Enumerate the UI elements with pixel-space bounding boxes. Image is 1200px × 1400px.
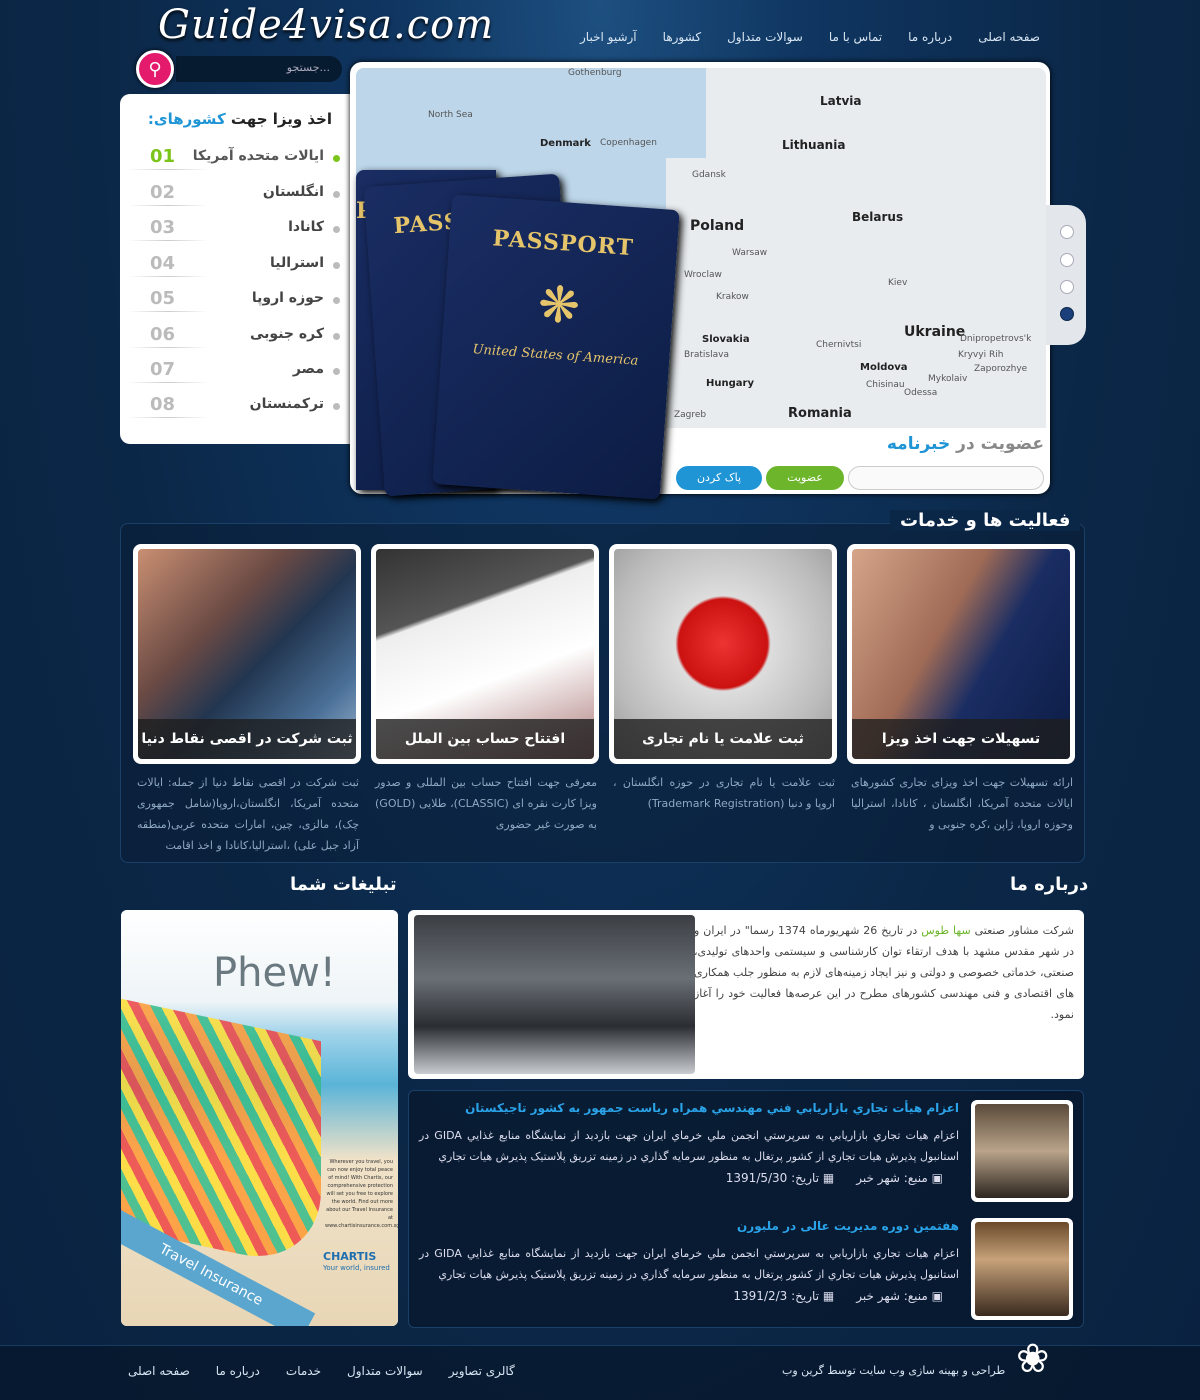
about-box: شرکت مشاور صنعتی سها طوس در تاریخ 26 شهر… [408, 910, 1084, 1079]
service-card[interactable]: افتتاح حساب بین الملل [371, 544, 599, 764]
service-card[interactable]: ثبت شرکت در اقصی نقاط دنیا [133, 544, 361, 764]
nav-faq[interactable]: سوالات متداول [727, 30, 803, 52]
bullet-icon [333, 155, 340, 162]
newsletter-email-input[interactable] [848, 466, 1044, 490]
ad-blurb: Wherever you travel, you can now enjoy t… [325, 1159, 398, 1229]
footer-link-about[interactable]: درباره ما [216, 1364, 260, 1378]
country-item[interactable]: کره جنوبی 06 [120, 322, 360, 357]
services-heading: فعالیت ها و خدمات [890, 510, 1081, 531]
service-desc: ارائه تسهیلات جهت اخذ ویزای تجاری کشورها… [851, 776, 1073, 831]
search-input[interactable]: جستجو... [176, 56, 342, 82]
designer-credit[interactable]: طراحی و بهینه سازی وب سایت توسط گرین وب [782, 1364, 1005, 1377]
bullet-icon [333, 368, 340, 375]
nav-countries[interactable]: کشورها [663, 30, 701, 52]
service-image: افتتاح حساب بین الملل [376, 549, 594, 759]
news-body: اعزام هيات تجاري بازاريابي به سرپرستي ان… [419, 1129, 959, 1163]
slider-pager [1046, 205, 1086, 345]
services-section: تسهیلات جهت اخذ ویزا ارائه تسهیلات جهت ا… [120, 523, 1085, 863]
eagle-seal-icon: ❋ [536, 274, 582, 336]
hero-slider: Latvia Lithuania Denmark Poland Belarus … [350, 62, 1050, 500]
country-item[interactable]: ایالات متحده آمریکا 01 [120, 144, 360, 179]
about-text: شرکت مشاور صنعتی سها طوس در تاریخ 26 شهر… [694, 924, 1074, 1021]
news-list: اعزام هیأت تجاري بازاريابي فني مهندسي هم… [408, 1090, 1084, 1328]
site-logo[interactable]: Guide4visa.com [158, 2, 494, 48]
news-thumbnail[interactable] [971, 1218, 1073, 1320]
search-button[interactable]: ⚲ [136, 50, 174, 88]
search-box: جستجو... ⚲ [136, 50, 342, 88]
database-icon: ▣ [931, 1289, 943, 1303]
country-item[interactable]: استرالیا 04 [120, 251, 360, 286]
main-nav: صفحه اصلی درباره ما تماس با ما سوالات مت… [560, 30, 1040, 52]
leaf-logo-icon[interactable]: ❀ [1016, 1334, 1060, 1384]
clear-button[interactable]: پاک کردن [676, 466, 762, 490]
country-item[interactable]: ترکمنستان 08 [120, 392, 360, 427]
database-icon: ▣ [931, 1171, 943, 1185]
service-image: ثبت علامت یا نام تجاری [614, 549, 832, 759]
footer-link-services[interactable]: خدمات [286, 1364, 321, 1378]
footer-link-home[interactable]: صفحه اصلی [128, 1364, 190, 1378]
bullet-icon [333, 262, 340, 269]
slider-dot-active[interactable] [1060, 307, 1074, 321]
service-desc: معرفی جهت افتتاح حساب بین المللی و صدور … [375, 776, 597, 831]
calendar-icon: ▦ [822, 1289, 835, 1303]
service-desc: ثبت علامت یا نام تجاری در حوزه انگلستان … [613, 776, 835, 810]
country-item[interactable]: مصر 07 [120, 357, 360, 392]
ad-headline: Phew! [213, 950, 336, 996]
search-icon: ⚲ [148, 58, 162, 80]
slider-dot[interactable] [1060, 280, 1074, 294]
country-panel: اخذ ویزا جهت کشورهای: ایالات متحده آمریک… [120, 94, 360, 444]
nav-about[interactable]: درباره ما [908, 30, 952, 52]
country-item[interactable]: کانادا 03 [120, 215, 360, 250]
service-desc: ثبت شرکت در اقصی نقاط دنیا از جمله: ایال… [137, 776, 359, 852]
bullet-icon [333, 297, 340, 304]
bullet-icon [333, 333, 340, 340]
slider-dot[interactable] [1060, 253, 1074, 267]
bullet-icon [333, 191, 340, 198]
country-item[interactable]: حوزه اروپا 05 [120, 286, 360, 321]
footer-nav: صفحه اصلی درباره ما خدمات سوالات متداول … [128, 1364, 515, 1378]
ad-brand: CHARTIS [323, 1250, 377, 1263]
footer-link-faq[interactable]: سوالات متداول [347, 1364, 423, 1378]
about-heading: درباره ما [1010, 874, 1089, 895]
country-panel-title: اخذ ویزا جهت کشورهای: [147, 110, 332, 128]
ads-heading: تبلیغات شما [290, 874, 397, 895]
newsletter-title: عضویت در خبرنامه [886, 434, 1044, 454]
news-thumbnail[interactable] [971, 1100, 1073, 1202]
country-item[interactable]: انگلستان 02 [120, 180, 360, 215]
news-title[interactable]: اعزام هیأت تجاري بازاريابي فني مهندسي هم… [465, 1101, 959, 1115]
footer-link-gallery[interactable]: گالری تصاویر [449, 1364, 515, 1378]
meeting-photo [414, 915, 695, 1074]
service-card[interactable]: ثبت علامت یا نام تجاری [609, 544, 837, 764]
bullet-icon [333, 226, 340, 233]
service-card[interactable]: تسهیلات جهت اخذ ویزا [847, 544, 1075, 764]
nav-news-archive[interactable]: آرشیو اخبار [580, 30, 637, 52]
ad-banner[interactable]: Phew! Wherever you travel, you can now e… [121, 910, 398, 1326]
news-item[interactable]: اعزام هیأت تجاري بازاريابي فني مهندسي هم… [407, 1091, 1083, 1202]
news-body: اعزام هيات تجاري بازاريابي به سرپرستي ان… [419, 1247, 959, 1281]
passport-image: PASSPORT ❋ United States of America [432, 194, 680, 500]
bullet-icon [333, 403, 340, 410]
news-meta: ▣ منبع: شهر خبر ▦ تاریخ: 1391/2/3 [733, 1289, 943, 1303]
nav-home[interactable]: صفحه اصلی [978, 30, 1040, 52]
news-meta: ▣ منبع: شهر خبر ▦ تاریخ: 1391/5/30 [725, 1171, 943, 1185]
service-image: تسهیلات جهت اخذ ویزا [852, 549, 1070, 759]
service-image: ثبت شرکت در اقصی نقاط دنیا [138, 549, 356, 759]
subscribe-button[interactable]: عضویت [766, 466, 844, 490]
slider-dot[interactable] [1060, 225, 1074, 239]
calendar-icon: ▦ [822, 1171, 835, 1185]
news-title[interactable]: هفتمین دوره مدیریت عالی در ملبورن [737, 1219, 959, 1233]
nav-contact[interactable]: تماس با ما [829, 30, 882, 52]
news-item[interactable]: هفتمین دوره مدیریت عالی در ملبورن اعزام … [407, 1209, 1083, 1320]
